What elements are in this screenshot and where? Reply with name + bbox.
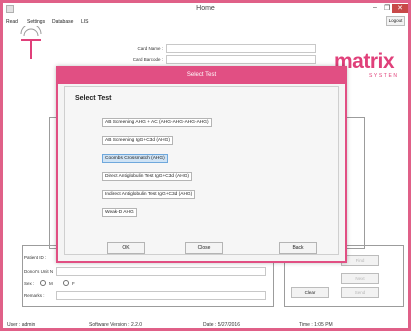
back-button[interactable]: Back bbox=[279, 242, 317, 254]
remarks-label: Remarks : bbox=[24, 293, 45, 298]
sex-radio-f[interactable] bbox=[63, 280, 69, 286]
app-logo-icon bbox=[20, 26, 42, 59]
maximize-icon[interactable]: ❐ bbox=[384, 4, 390, 12]
sex-option-f: F bbox=[72, 281, 75, 286]
close-button[interactable]: Close bbox=[185, 242, 223, 254]
dialog-title-bar[interactable]: Select Test bbox=[58, 68, 345, 84]
menu-database[interactable]: Database bbox=[52, 19, 73, 25]
patient-id-label: Patient ID : bbox=[24, 255, 47, 260]
card-name-label: Card Name : bbox=[137, 46, 163, 51]
clear-button[interactable]: Clear bbox=[291, 287, 329, 298]
card-barcode-field[interactable] bbox=[166, 55, 316, 64]
status-bar: User : admin Software Version : 2.2.0 Da… bbox=[3, 321, 408, 331]
ok-button[interactable]: OK bbox=[107, 242, 145, 254]
donor-unit-field[interactable] bbox=[56, 267, 266, 276]
status-version: Software Version : 2.2.0 bbox=[89, 322, 143, 328]
menu-lis[interactable]: LIS bbox=[81, 19, 89, 25]
menu-read[interactable]: Read bbox=[6, 19, 18, 25]
send-button[interactable]: Send bbox=[341, 287, 379, 298]
test-option-direct-antiglobulin[interactable]: Direct Antiglobulin Test IgG+C3d (AHG) bbox=[102, 172, 193, 181]
menu-bar: Read Settings Database LIS bbox=[3, 17, 408, 29]
dialog-heading: Select Test bbox=[75, 95, 112, 102]
test-option-coombs-crossmatch[interactable]: Coombs Crossmatch (AHG) bbox=[102, 154, 168, 163]
dialog-title: Select Test bbox=[186, 72, 217, 78]
close-icon[interactable]: ✕ bbox=[392, 4, 408, 13]
sex-option-m: M bbox=[49, 281, 53, 286]
card-name-field[interactable] bbox=[166, 44, 316, 53]
donor-unit-label: Donor's Unit N bbox=[24, 269, 54, 274]
test-option-weak-d[interactable]: Weak-D AHG bbox=[102, 208, 137, 217]
next-button[interactable]: Next bbox=[341, 273, 379, 284]
menu-settings[interactable]: Settings bbox=[27, 19, 45, 25]
logout-button[interactable]: Logout bbox=[386, 16, 405, 26]
dialog-body: Select Test AB Screening AHG + AC (AHG-A… bbox=[64, 86, 339, 255]
card-barcode-label: Card Barcode : bbox=[132, 57, 163, 62]
remarks-field[interactable] bbox=[56, 291, 266, 300]
status-date: Date : 5/27/2016 bbox=[203, 322, 240, 328]
minimize-icon[interactable]: – bbox=[373, 4, 377, 11]
test-option-ab-screening-ahg-ac[interactable]: AB Screening AHG + AC (AHG-AHG-AHG-AHG) bbox=[102, 118, 212, 127]
sex-label: Sex : bbox=[24, 281, 35, 286]
title-bar: Home – ❐ ✕ bbox=[3, 3, 408, 16]
test-option-indirect-antiglobulin[interactable]: Indirect Antiglobulin Test IgG+C3d (AHG) bbox=[102, 190, 196, 199]
sex-radio-m[interactable] bbox=[40, 280, 46, 286]
select-test-dialog: Select Test Select Test AB Screening AHG… bbox=[56, 66, 347, 263]
window-title: Home bbox=[196, 5, 215, 12]
brand-subtitle: SYSTEN bbox=[369, 73, 399, 79]
status-user: User : admin bbox=[7, 322, 36, 328]
test-option-ab-screening-igg[interactable]: AB Screening IgG+C3d (AHG) bbox=[102, 136, 173, 145]
status-time: Time : 1:05 PM bbox=[299, 322, 333, 328]
